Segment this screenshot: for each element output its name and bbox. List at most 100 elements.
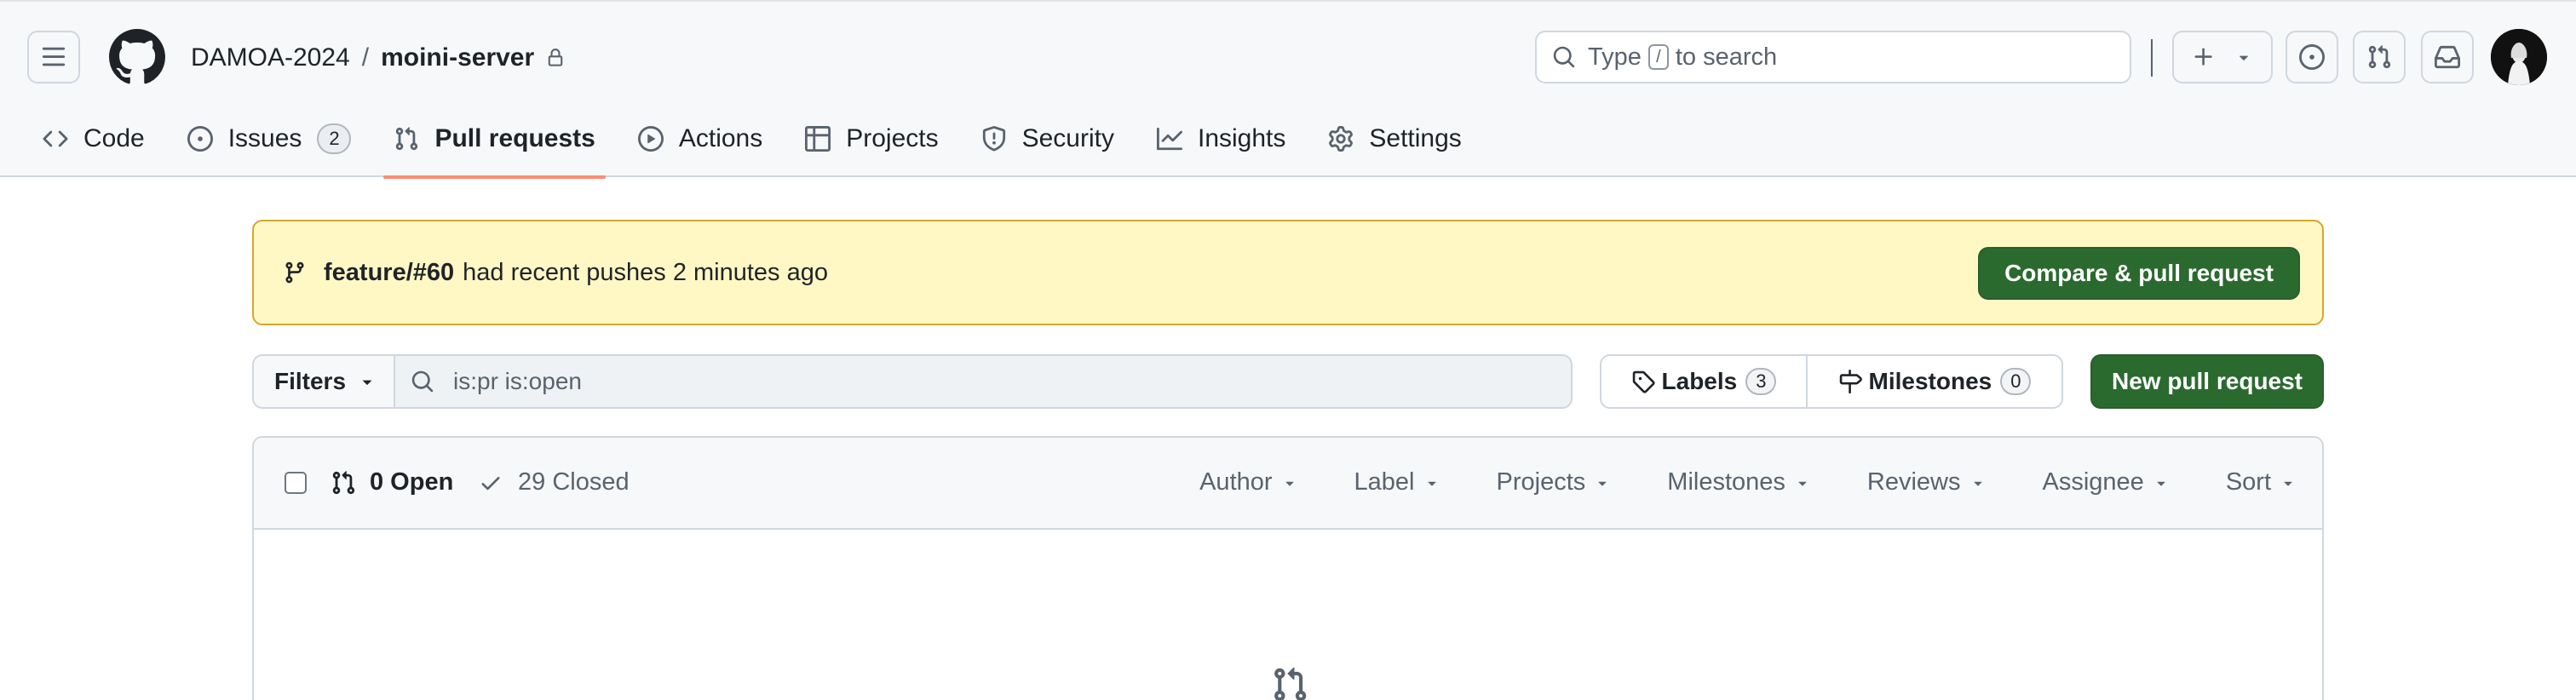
issue-opened-icon (2299, 44, 2325, 70)
tab-label: Settings (1369, 124, 1462, 152)
create-new-button[interactable] (2172, 31, 2273, 83)
dropdown-label: Author (1199, 468, 1273, 496)
search-query-text: is:pr is:open (453, 368, 582, 394)
recent-push-banner: feature/#60 had recent pushes 2 minutes … (252, 220, 2324, 325)
triangle-down-icon (1973, 481, 1982, 486)
git-pull-request-icon (332, 470, 355, 494)
new-pull-request-button[interactable]: New pull request (2090, 354, 2324, 409)
list-header: 0 Open 29 Closed Author Label Projects M… (254, 438, 2322, 530)
git-pull-request-icon (2368, 45, 2391, 69)
graph-icon (1156, 127, 1182, 151)
your-issues-button[interactable] (2286, 31, 2338, 83)
repo-name-link[interactable]: moini-server (381, 43, 534, 72)
dropdown-label: Label (1354, 468, 1415, 496)
list-filter-dropdowns: Author Label Projects Milestones Reviews… (1199, 468, 2297, 496)
search-icon (411, 370, 434, 393)
user-avatar[interactable] (2491, 29, 2547, 85)
lock-icon (546, 49, 565, 67)
tab-label: Projects (846, 124, 939, 152)
labels-milestones-group: Labels 3 Milestones 0 (1600, 354, 2063, 409)
repo-owner-link[interactable]: DAMOA-2024 (191, 43, 350, 72)
blankslate-pull-request-icon (1271, 666, 1308, 700)
dropdown-label: Assignee (2042, 468, 2144, 496)
milestones-count-badge: 0 (2000, 368, 2032, 395)
select-all-checkbox[interactable] (285, 472, 307, 494)
banner-message: had recent pushes 2 minutes ago (463, 258, 828, 286)
git-branch-icon (285, 261, 304, 284)
compare-and-pull-request-button[interactable]: Compare & pull request (1978, 247, 2300, 300)
tab-label: Security (1021, 124, 1114, 152)
labels-label: Labels (1661, 368, 1738, 394)
code-icon (43, 130, 68, 147)
shield-icon (982, 126, 1005, 152)
hamburger-icon (42, 47, 66, 66)
labels-button[interactable]: Labels 3 (1601, 356, 1808, 407)
filter-bar: Filters is:pr is:open (252, 354, 1573, 409)
search-suffix-text: to search (1675, 43, 1778, 71)
notifications-button[interactable] (2421, 31, 2474, 83)
projects-dropdown[interactable]: Projects (1497, 468, 1612, 496)
triangle-down-icon (2157, 481, 2165, 486)
repo-nav-tabs: Code Issues 2 Pull requests Actions Proj… (27, 112, 1489, 179)
closed-count-label: 29 Closed (518, 468, 630, 496)
tab-security[interactable]: Security (966, 112, 1130, 165)
dropdown-label: Milestones (1667, 468, 1785, 496)
tab-settings[interactable]: Settings (1313, 112, 1476, 165)
breadcrumb: DAMOA-2024 / moini-server (191, 39, 565, 77)
tab-code[interactable]: Code (27, 112, 160, 165)
tab-issues[interactable]: Issues 2 (172, 112, 367, 165)
search-prefix-text: Type (1588, 43, 1642, 71)
open-count-label: 0 Open (370, 468, 454, 496)
issues-count-badge: 2 (317, 123, 352, 154)
tab-label: Actions (678, 124, 763, 152)
sort-dropdown[interactable]: Sort (2226, 468, 2297, 496)
closed-filter-link[interactable]: 29 Closed (479, 468, 630, 496)
menu-button[interactable] (27, 31, 80, 83)
triangle-down-icon (363, 380, 372, 385)
tab-label: Issues (227, 124, 302, 152)
avatar-image-icon (2491, 29, 2547, 85)
pr-search-input[interactable]: is:pr is:open (394, 354, 1573, 409)
triangle-down-icon (2239, 55, 2249, 60)
dropdown-label: Projects (1496, 468, 1586, 496)
tab-actions[interactable]: Actions (623, 112, 778, 165)
label-dropdown[interactable]: Label (1354, 468, 1440, 496)
triangle-down-icon (1427, 481, 1436, 486)
github-logo[interactable] (108, 29, 165, 85)
check-icon (481, 476, 500, 490)
dropdown-label: Reviews (1866, 468, 1961, 496)
search-icon (1553, 46, 1575, 68)
branch-name-link[interactable]: feature/#60 (324, 259, 454, 287)
milestones-button[interactable]: Milestones 0 (1808, 356, 2061, 407)
filters-dropdown-button[interactable]: Filters (252, 354, 394, 409)
tag-icon (1632, 370, 1655, 393)
header-divider (2151, 39, 2153, 77)
git-pull-request-icon (396, 127, 418, 151)
tab-pull-requests[interactable]: Pull requests (378, 112, 610, 179)
inbox-icon (2435, 45, 2460, 69)
triangle-down-icon (2284, 481, 2292, 486)
assignee-dropdown[interactable]: Assignee (2043, 468, 2170, 496)
tab-label: Pull requests (434, 124, 595, 152)
open-filter-link[interactable]: 0 Open (331, 468, 453, 496)
your-pull-requests-button[interactable] (2353, 31, 2406, 83)
milestones-dropdown[interactable]: Milestones (1667, 468, 1811, 496)
plus-icon (2194, 48, 2212, 66)
author-dropdown[interactable]: Author (1199, 468, 1297, 496)
tab-label: Insights (1197, 124, 1286, 152)
milestone-icon (1839, 370, 1862, 393)
labels-count-badge: 3 (1745, 368, 1777, 395)
play-icon (637, 126, 664, 152)
tab-projects[interactable]: Projects (790, 112, 953, 165)
search-shortcut-key: / (1647, 44, 1669, 70)
triangle-down-icon (1598, 481, 1607, 486)
issue-opened-icon (187, 126, 213, 152)
table-icon (805, 126, 831, 152)
breadcrumb-separator: / (361, 43, 370, 72)
tab-insights[interactable]: Insights (1141, 112, 1301, 165)
triangle-down-icon (1285, 481, 1294, 486)
dropdown-label: Sort (2225, 468, 2271, 496)
milestones-label: Milestones (1868, 368, 1992, 394)
global-search-input[interactable]: Type / to search (1535, 31, 2131, 83)
reviews-dropdown[interactable]: Reviews (1867, 468, 1987, 496)
